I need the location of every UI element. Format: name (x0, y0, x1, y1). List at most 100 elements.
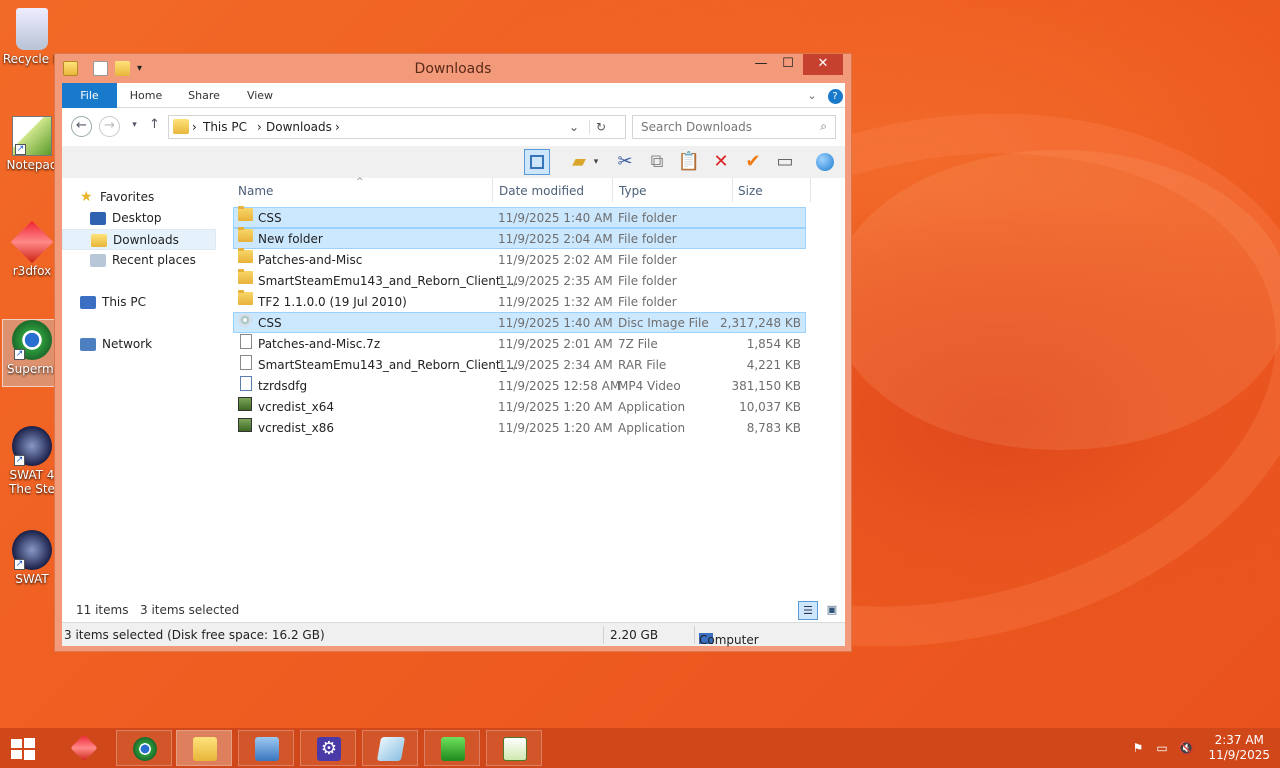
desktop-icon-swat4[interactable]: ↗ SWAT (2, 530, 62, 586)
desktop-icon-supermium[interactable]: ↗ Supermi (2, 319, 62, 387)
location-icon (173, 119, 189, 134)
file-size: 4,221 KB (746, 358, 801, 372)
taskbar-file-explorer[interactable] (176, 730, 232, 766)
copy-icon[interactable]: ⧉ (644, 149, 670, 175)
cut-icon[interactable]: ✂ (612, 149, 638, 175)
column-separator[interactable] (732, 178, 733, 202)
file-date-modified: 11/9/2025 1:40 AM (498, 211, 613, 225)
details-view-button[interactable]: ☰ (798, 601, 818, 620)
taskbar-game[interactable] (424, 730, 480, 766)
file-row[interactable]: Patches-and-Misc 11/9/2025 2:02 AM File fo… (233, 248, 806, 270)
file-type: RAR File (618, 358, 667, 372)
expand-ribbon-icon[interactable]: ⌄ (802, 83, 822, 108)
supermium-icon: ↗ (12, 320, 52, 360)
file-date-modified: 11/9/2025 1:40 AM (498, 316, 613, 330)
nav-desktop[interactable]: Desktop (90, 208, 162, 229)
file-row[interactable]: CSS 11/9/2025 1:40 AM File folder (233, 206, 806, 228)
desktop-icon-swat4-stetchkov[interactable]: ↗ SWAT 4 The Ste (2, 426, 62, 496)
tab-home[interactable]: Home (124, 83, 168, 108)
column-separator[interactable] (810, 178, 811, 202)
network-tray-icon[interactable]: ▭ (1154, 741, 1170, 755)
nav-favorites[interactable]: ★ Favorites (80, 187, 154, 208)
move-to-icon[interactable]: ▰ (566, 149, 592, 175)
taskbar-settings[interactable]: ⚙ (300, 730, 356, 766)
ribbon-tabs: File Home Share View ⌄ ? (62, 83, 845, 108)
taskbar-r3dfox[interactable] (56, 730, 112, 766)
taskbar-control-panel[interactable] (238, 730, 294, 766)
address-dropdown-icon[interactable]: ⌄ (569, 120, 579, 134)
column-separator[interactable] (492, 178, 493, 202)
file-row[interactable]: SmartSteamEmu143_and_Reborn_Client_... 11… (233, 354, 806, 375)
video-icon (240, 376, 252, 391)
file-row[interactable]: TF2 1.1.0.0 (19 Jul 2010) 11/9/2025 1:32 … (233, 290, 806, 312)
nav-this-pc[interactable]: This PC (80, 292, 146, 313)
address-row: ← → ▾ ↑ › This PC › Downloads › ⌄ ↻ Sear… (62, 108, 845, 146)
nav-network[interactable]: Network (80, 334, 152, 355)
column-separator[interactable] (612, 178, 613, 202)
address-bar[interactable]: › This PC › Downloads › ⌄ ↻ (168, 115, 626, 139)
breadcrumb-this-pc[interactable]: This PC (203, 120, 247, 134)
volume-muted-icon[interactable]: 🔇 (1178, 741, 1194, 755)
details-bar: 3 items selected (Disk free space: 16.2 … (62, 622, 845, 647)
nav-recent-places[interactable]: Recent places (90, 250, 196, 271)
paste-icon[interactable]: 📋 (676, 149, 702, 175)
status-bar: 11 items 3 items selected ☰ ▣ (62, 598, 845, 622)
search-input[interactable]: Search Downloads ⌕ (632, 115, 836, 139)
network-icon (80, 338, 96, 351)
file-row[interactable]: vcredist_x86 11/9/2025 1:20 AM Application… (233, 417, 806, 438)
computer-icon (80, 296, 96, 309)
help-button[interactable]: ? (826, 83, 844, 108)
maximize-button[interactable]: ☐ (775, 54, 801, 75)
file-row[interactable]: New folder 11/9/2025 2:04 AM File folder (233, 227, 806, 249)
column-header-type[interactable]: Type (619, 181, 647, 201)
notepad-icon (376, 737, 406, 761)
file-row[interactable]: CSS 11/9/2025 1:40 AM Disc Image File 2,317… (233, 312, 806, 333)
file-row[interactable]: SmartSteamEmu143_and_Reborn_Client_... 11… (233, 269, 806, 291)
preview-pane-icon[interactable] (524, 149, 550, 175)
file-name: Patches-and-Misc.7z (258, 337, 381, 351)
desktop-icon-r3dfox[interactable]: r3dfox (2, 220, 62, 278)
breadcrumb-downloads[interactable]: Downloads (266, 120, 332, 134)
downloads-folder-icon (91, 234, 107, 247)
column-header-name[interactable]: Name (238, 181, 273, 201)
delete-icon[interactable]: ✕ (708, 149, 734, 175)
desktop-icon-recycle-bin[interactable]: Recycle B (2, 8, 62, 66)
globe-icon[interactable] (812, 149, 838, 175)
selection-size: 2.20 GB (610, 628, 659, 642)
minimize-button[interactable]: — (747, 54, 775, 75)
title-bar[interactable]: ▾ Downloads — ☐ ✕ (55, 54, 851, 83)
application-icon (238, 418, 252, 432)
close-button[interactable]: ✕ (803, 54, 843, 75)
file-date-modified: 11/9/2025 1:32 AM (498, 295, 613, 309)
desktop-icon-notepad[interactable]: ↗ Notepad (2, 116, 62, 172)
large-icons-view-button[interactable]: ▣ (822, 601, 842, 620)
tab-view[interactable]: View (238, 83, 282, 108)
forward-button[interactable]: → (99, 116, 120, 137)
shortcut-arrow-icon: ↗ (14, 349, 25, 360)
file-row[interactable]: vcredist_x64 11/9/2025 1:20 AM Application… (233, 396, 806, 417)
file-row[interactable]: tzrdsdfg 11/9/2025 12:58 AM MP4 Video 381,1… (233, 375, 806, 396)
checkmark-icon[interactable]: ✔ (740, 149, 766, 175)
file-row[interactable]: Patches-and-Misc.7z 11/9/2025 2:01 AM 7Z F… (233, 333, 806, 354)
refresh-icon[interactable]: ↻ (589, 120, 606, 134)
recent-locations-icon[interactable]: ▾ (124, 116, 145, 137)
nav-downloads[interactable]: Downloads (62, 229, 216, 250)
column-header-date-modified[interactable]: Date modified (499, 181, 584, 201)
clock[interactable]: 2:37 AM 11/9/2025 (1208, 733, 1270, 763)
taskbar-supermium[interactable] (116, 730, 172, 766)
file-date-modified: 11/9/2025 1:20 AM (498, 400, 613, 414)
back-button[interactable]: ← (71, 116, 92, 137)
rename-icon[interactable]: ▭ (772, 149, 798, 175)
taskbar-task-manager[interactable] (486, 730, 542, 766)
file-type: Disc Image File (618, 316, 709, 330)
dropdown-icon[interactable]: ▾ (590, 149, 602, 175)
taskbar-notepad[interactable] (362, 730, 418, 766)
tab-share[interactable]: Share (180, 83, 228, 108)
file-type: File folder (618, 253, 677, 267)
up-button[interactable]: ↑ (144, 116, 165, 137)
tab-file[interactable]: File (62, 83, 117, 108)
action-center-flag-icon[interactable]: ⚑ (1130, 741, 1146, 755)
column-header-size[interactable]: Size (738, 181, 763, 201)
start-button[interactable] (10, 737, 38, 761)
selection-disk-space: 3 items selected (Disk free space: 16.2 … (64, 628, 325, 642)
